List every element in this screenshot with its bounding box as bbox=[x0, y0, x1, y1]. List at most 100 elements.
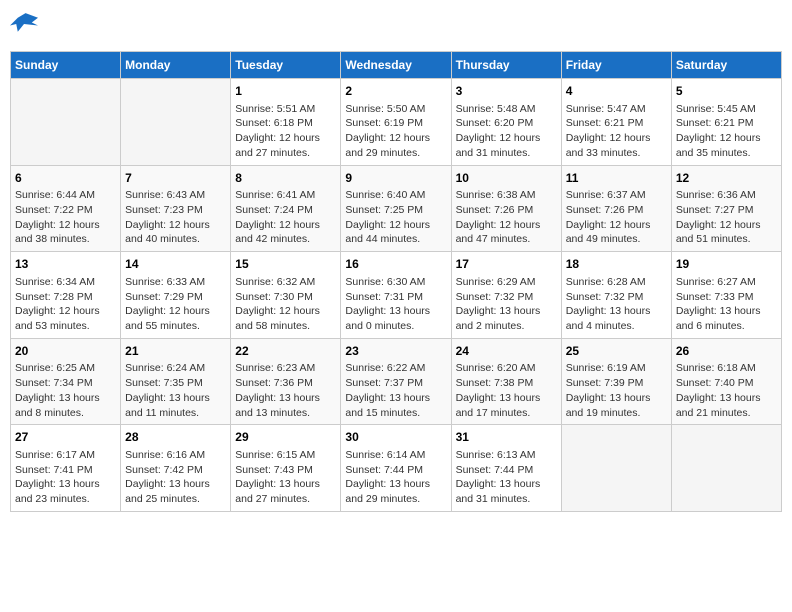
calendar-cell: 15 Sunrise: 6:32 AM Sunset: 7:30 PM Dayli… bbox=[231, 252, 341, 339]
day-number: 15 bbox=[235, 256, 336, 273]
calendar-cell: 30 Sunrise: 6:14 AM Sunset: 7:44 PM Dayli… bbox=[341, 425, 451, 512]
day-number: 30 bbox=[345, 429, 446, 446]
logo bbox=[10, 10, 40, 43]
column-header-saturday: Saturday bbox=[671, 52, 781, 79]
day-number: 14 bbox=[125, 256, 226, 273]
calendar-cell: 28 Sunrise: 6:16 AM Sunset: 7:42 PM Dayli… bbox=[121, 425, 231, 512]
day-number: 28 bbox=[125, 429, 226, 446]
day-info: Sunrise: 6:44 AM Sunset: 7:22 PM Dayligh… bbox=[15, 188, 116, 247]
column-header-tuesday: Tuesday bbox=[231, 52, 341, 79]
day-info: Sunrise: 6:34 AM Sunset: 7:28 PM Dayligh… bbox=[15, 275, 116, 334]
day-number: 1 bbox=[235, 83, 336, 100]
day-number: 18 bbox=[566, 256, 667, 273]
day-number: 10 bbox=[456, 170, 557, 187]
day-info: Sunrise: 5:51 AM Sunset: 6:18 PM Dayligh… bbox=[235, 102, 336, 161]
calendar-week-1: 1 Sunrise: 5:51 AM Sunset: 6:18 PM Daylig… bbox=[11, 79, 782, 166]
column-header-thursday: Thursday bbox=[451, 52, 561, 79]
day-info: Sunrise: 6:32 AM Sunset: 7:30 PM Dayligh… bbox=[235, 275, 336, 334]
day-info: Sunrise: 6:27 AM Sunset: 7:33 PM Dayligh… bbox=[676, 275, 777, 334]
day-info: Sunrise: 6:40 AM Sunset: 7:25 PM Dayligh… bbox=[345, 188, 446, 247]
day-number: 17 bbox=[456, 256, 557, 273]
day-info: Sunrise: 6:29 AM Sunset: 7:32 PM Dayligh… bbox=[456, 275, 557, 334]
column-header-sunday: Sunday bbox=[11, 52, 121, 79]
day-number: 6 bbox=[15, 170, 116, 187]
calendar-week-3: 13 Sunrise: 6:34 AM Sunset: 7:28 PM Dayli… bbox=[11, 252, 782, 339]
day-number: 24 bbox=[456, 343, 557, 360]
day-number: 5 bbox=[676, 83, 777, 100]
day-number: 23 bbox=[345, 343, 446, 360]
day-number: 29 bbox=[235, 429, 336, 446]
calendar-cell: 23Sunrise: 6:22 AM Sunset: 7:37 PM Dayli… bbox=[341, 338, 451, 425]
day-info: Sunrise: 6:17 AM Sunset: 7:41 PM Dayligh… bbox=[15, 448, 116, 507]
column-header-monday: Monday bbox=[121, 52, 231, 79]
calendar-cell: 8Sunrise: 6:41 AM Sunset: 7:24 PM Daylig… bbox=[231, 165, 341, 252]
day-number: 3 bbox=[456, 83, 557, 100]
day-number: 11 bbox=[566, 170, 667, 187]
logo-icon bbox=[10, 10, 38, 38]
day-info: Sunrise: 6:20 AM Sunset: 7:38 PM Dayligh… bbox=[456, 361, 557, 420]
day-info: Sunrise: 5:47 AM Sunset: 6:21 PM Dayligh… bbox=[566, 102, 667, 161]
calendar-cell: 10Sunrise: 6:38 AM Sunset: 7:26 PM Dayli… bbox=[451, 165, 561, 252]
calendar-cell: 27 Sunrise: 6:17 AM Sunset: 7:41 PM Dayli… bbox=[11, 425, 121, 512]
calendar-cell: 29Sunrise: 6:15 AM Sunset: 7:43 PM Dayli… bbox=[231, 425, 341, 512]
day-info: Sunrise: 6:16 AM Sunset: 7:42 PM Dayligh… bbox=[125, 448, 226, 507]
calendar-week-4: 20Sunrise: 6:25 AM Sunset: 7:34 PM Dayli… bbox=[11, 338, 782, 425]
calendar-header-row: SundayMondayTuesdayWednesdayThursdayFrid… bbox=[11, 52, 782, 79]
calendar-cell: 4Sunrise: 5:47 AM Sunset: 6:21 PM Daylig… bbox=[561, 79, 671, 166]
calendar-cell: 31Sunrise: 6:13 AM Sunset: 7:44 PM Dayli… bbox=[451, 425, 561, 512]
calendar-cell bbox=[671, 425, 781, 512]
day-info: Sunrise: 6:13 AM Sunset: 7:44 PM Dayligh… bbox=[456, 448, 557, 507]
day-number: 21 bbox=[125, 343, 226, 360]
day-info: Sunrise: 6:41 AM Sunset: 7:24 PM Dayligh… bbox=[235, 188, 336, 247]
day-number: 13 bbox=[15, 256, 116, 273]
calendar-cell: 12Sunrise: 6:36 AM Sunset: 7:27 PM Dayli… bbox=[671, 165, 781, 252]
calendar-cell bbox=[11, 79, 121, 166]
day-info: Sunrise: 5:48 AM Sunset: 6:20 PM Dayligh… bbox=[456, 102, 557, 161]
page-header bbox=[10, 10, 782, 43]
calendar-table: SundayMondayTuesdayWednesdayThursdayFrid… bbox=[10, 51, 782, 512]
calendar-cell: 22Sunrise: 6:23 AM Sunset: 7:36 PM Dayli… bbox=[231, 338, 341, 425]
calendar-cell: 1 Sunrise: 5:51 AM Sunset: 6:18 PM Daylig… bbox=[231, 79, 341, 166]
day-number: 16 bbox=[345, 256, 446, 273]
day-info: Sunrise: 6:14 AM Sunset: 7:44 PM Dayligh… bbox=[345, 448, 446, 507]
day-info: Sunrise: 6:33 AM Sunset: 7:29 PM Dayligh… bbox=[125, 275, 226, 334]
column-header-friday: Friday bbox=[561, 52, 671, 79]
calendar-cell: 20Sunrise: 6:25 AM Sunset: 7:34 PM Dayli… bbox=[11, 338, 121, 425]
calendar-cell: 9Sunrise: 6:40 AM Sunset: 7:25 PM Daylig… bbox=[341, 165, 451, 252]
day-number: 2 bbox=[345, 83, 446, 100]
day-info: Sunrise: 6:36 AM Sunset: 7:27 PM Dayligh… bbox=[676, 188, 777, 247]
calendar-cell: 16Sunrise: 6:30 AM Sunset: 7:31 PM Dayli… bbox=[341, 252, 451, 339]
calendar-cell: 11Sunrise: 6:37 AM Sunset: 7:26 PM Dayli… bbox=[561, 165, 671, 252]
day-info: Sunrise: 6:22 AM Sunset: 7:37 PM Dayligh… bbox=[345, 361, 446, 420]
day-info: Sunrise: 5:50 AM Sunset: 6:19 PM Dayligh… bbox=[345, 102, 446, 161]
calendar-cell: 24Sunrise: 6:20 AM Sunset: 7:38 PM Dayli… bbox=[451, 338, 561, 425]
day-number: 9 bbox=[345, 170, 446, 187]
day-info: Sunrise: 6:18 AM Sunset: 7:40 PM Dayligh… bbox=[676, 361, 777, 420]
calendar-cell: 3 Sunrise: 5:48 AM Sunset: 6:20 PM Daylig… bbox=[451, 79, 561, 166]
calendar-cell: 13 Sunrise: 6:34 AM Sunset: 7:28 PM Dayli… bbox=[11, 252, 121, 339]
calendar-week-2: 6Sunrise: 6:44 AM Sunset: 7:22 PM Daylig… bbox=[11, 165, 782, 252]
calendar-cell: 25Sunrise: 6:19 AM Sunset: 7:39 PM Dayli… bbox=[561, 338, 671, 425]
day-info: Sunrise: 6:28 AM Sunset: 7:32 PM Dayligh… bbox=[566, 275, 667, 334]
day-number: 27 bbox=[15, 429, 116, 446]
day-info: Sunrise: 6:24 AM Sunset: 7:35 PM Dayligh… bbox=[125, 361, 226, 420]
day-number: 26 bbox=[676, 343, 777, 360]
day-info: Sunrise: 6:23 AM Sunset: 7:36 PM Dayligh… bbox=[235, 361, 336, 420]
day-number: 22 bbox=[235, 343, 336, 360]
calendar-cell: 5 Sunrise: 5:45 AM Sunset: 6:21 PM Daylig… bbox=[671, 79, 781, 166]
calendar-cell bbox=[121, 79, 231, 166]
day-number: 20 bbox=[15, 343, 116, 360]
day-info: Sunrise: 6:43 AM Sunset: 7:23 PM Dayligh… bbox=[125, 188, 226, 247]
day-info: Sunrise: 6:25 AM Sunset: 7:34 PM Dayligh… bbox=[15, 361, 116, 420]
day-info: Sunrise: 6:38 AM Sunset: 7:26 PM Dayligh… bbox=[456, 188, 557, 247]
calendar-cell: 21Sunrise: 6:24 AM Sunset: 7:35 PM Dayli… bbox=[121, 338, 231, 425]
column-header-wednesday: Wednesday bbox=[341, 52, 451, 79]
calendar-cell: 6Sunrise: 6:44 AM Sunset: 7:22 PM Daylig… bbox=[11, 165, 121, 252]
calendar-cell: 26Sunrise: 6:18 AM Sunset: 7:40 PM Dayli… bbox=[671, 338, 781, 425]
calendar-cell: 2 Sunrise: 5:50 AM Sunset: 6:19 PM Daylig… bbox=[341, 79, 451, 166]
calendar-cell: 7Sunrise: 6:43 AM Sunset: 7:23 PM Daylig… bbox=[121, 165, 231, 252]
day-info: Sunrise: 6:37 AM Sunset: 7:26 PM Dayligh… bbox=[566, 188, 667, 247]
calendar-cell: 17 Sunrise: 6:29 AM Sunset: 7:32 PM Dayli… bbox=[451, 252, 561, 339]
day-info: Sunrise: 5:45 AM Sunset: 6:21 PM Dayligh… bbox=[676, 102, 777, 161]
day-number: 12 bbox=[676, 170, 777, 187]
